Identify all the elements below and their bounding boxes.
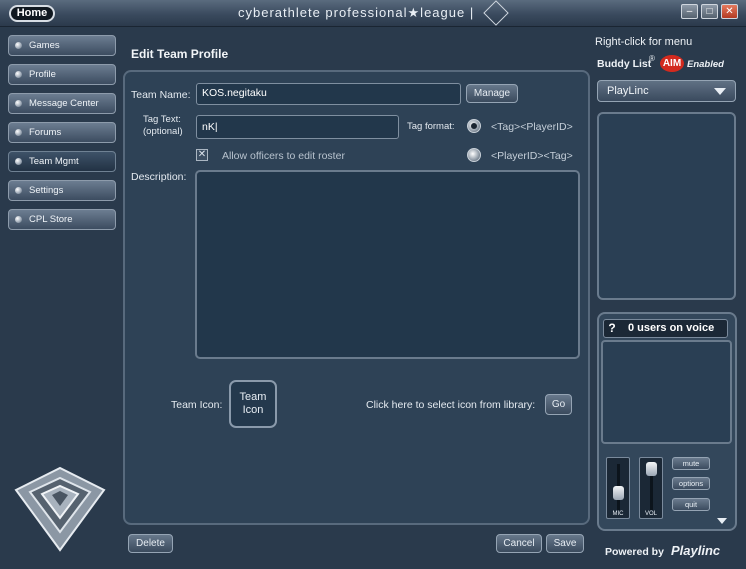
- sidebar-item-label: Settings: [29, 185, 64, 196]
- voice-header: 0 users on voice: [603, 319, 728, 338]
- quit-button[interactable]: quit: [672, 498, 710, 511]
- library-label: Click here to select icon from library:: [366, 399, 536, 411]
- mic-label: MIC: [612, 511, 624, 517]
- close-icon[interactable]: ✕: [721, 4, 738, 19]
- team-icon-placeholder-1: Team: [239, 391, 267, 403]
- buddy-source-dropdown[interactable]: PlayLinc: [597, 80, 736, 102]
- voice-users-list[interactable]: [601, 340, 732, 444]
- sidebar-item-settings[interactable]: Settings: [8, 180, 116, 201]
- chevron-down-icon[interactable]: [717, 518, 727, 524]
- tag-text-label: Tag Text:: [143, 114, 181, 125]
- title-bar: Home cyberathlete professional★league | …: [0, 0, 746, 27]
- sidebar-item-cpl-store[interactable]: CPL Store: [8, 209, 116, 230]
- go-button[interactable]: Go: [545, 394, 572, 415]
- chevron-down-icon: [714, 88, 726, 95]
- bullet-icon: [15, 216, 22, 223]
- sidebar-item-label: Team Mgmt: [29, 156, 79, 167]
- description-textarea[interactable]: [195, 170, 580, 359]
- cpl-logo-icon: [14, 466, 106, 552]
- save-button[interactable]: Save: [546, 534, 584, 553]
- team-icon-label: Team Icon:: [171, 399, 223, 411]
- mute-button[interactable]: mute: [672, 457, 710, 470]
- tag-format-label: Tag format:: [407, 121, 455, 132]
- sidebar-item-label: Profile: [29, 69, 56, 80]
- vol-label: VOL: [644, 511, 657, 517]
- cpl-diamond-icon: [483, 0, 509, 26]
- bullet-icon: [15, 100, 22, 107]
- help-icon[interactable]: ?: [606, 321, 618, 336]
- sidebar-item-message-center[interactable]: Message Center: [8, 93, 116, 114]
- tag-text-input[interactable]: nK|: [196, 115, 399, 139]
- maximize-icon[interactable]: □: [701, 4, 718, 19]
- sidebar-item-forums[interactable]: Forums: [8, 122, 116, 143]
- playlinc-logo: Playlinc: [671, 543, 721, 558]
- tag-format-radio-2[interactable]: [467, 148, 481, 162]
- sidebar-item-label: Forums: [29, 127, 62, 138]
- vol-slider-thumb[interactable]: [646, 462, 657, 476]
- manage-button[interactable]: Manage: [466, 84, 518, 103]
- right-click-hint: Right-click for menu: [595, 36, 693, 48]
- team-icon-image[interactable]: Team Icon: [229, 380, 277, 428]
- home-button[interactable]: Home: [9, 5, 55, 22]
- allow-officers-label: Allow officers to edit roster: [222, 150, 345, 162]
- registered-mark: ®: [649, 54, 655, 63]
- mic-slider-thumb[interactable]: [613, 486, 624, 500]
- team-icon-placeholder-2: Icon: [242, 404, 264, 416]
- sidebar-item-profile[interactable]: Profile: [8, 64, 116, 85]
- page-title: Edit Team Profile: [131, 47, 229, 61]
- team-name-label: Team Name:: [131, 89, 191, 101]
- tag-format-option-1: <Tag><PlayerID>: [491, 121, 573, 133]
- aim-logo-icon: AIM: [660, 55, 684, 72]
- bullet-icon: [15, 158, 22, 165]
- sidebar-nav: Games Profile Message Center Forums Team…: [8, 35, 116, 238]
- powered-by-label: Powered by: [605, 546, 664, 558]
- dropdown-value: PlayLinc: [607, 85, 649, 97]
- brand-title: cyberathlete professional★league |: [238, 5, 475, 20]
- buddy-list-label: Buddy List: [597, 58, 652, 70]
- mic-slider[interactable]: MIC: [606, 457, 630, 519]
- sidebar-item-label: Message Center: [29, 98, 99, 109]
- aim-enabled-label: Enabled: [687, 59, 724, 70]
- minimize-icon[interactable]: –: [681, 4, 698, 19]
- sidebar-item-team-mgmt[interactable]: Team Mgmt: [8, 151, 116, 172]
- tag-format-radio-1[interactable]: [467, 119, 481, 133]
- team-name-input[interactable]: KOS.negitaku: [196, 83, 461, 105]
- sidebar-item-games[interactable]: Games: [8, 35, 116, 56]
- vol-slider[interactable]: VOL: [639, 457, 663, 519]
- buddy-list-box[interactable]: [597, 112, 736, 300]
- bullet-icon: [15, 129, 22, 136]
- bullet-icon: [15, 42, 22, 49]
- delete-button[interactable]: Delete: [128, 534, 173, 553]
- sidebar-item-label: Games: [29, 40, 60, 51]
- description-label: Description:: [131, 171, 187, 183]
- bullet-icon: [15, 187, 22, 194]
- sidebar-item-label: CPL Store: [29, 214, 73, 225]
- allow-officers-checkbox[interactable]: ✕: [196, 149, 208, 161]
- cancel-button[interactable]: Cancel: [496, 534, 542, 553]
- tag-format-option-2: <PlayerID><Tag>: [491, 150, 573, 162]
- bullet-icon: [15, 71, 22, 78]
- window-controls: – □ ✕: [681, 4, 738, 19]
- tag-text-optional-label: (optional): [143, 126, 183, 137]
- options-button[interactable]: options: [672, 477, 710, 490]
